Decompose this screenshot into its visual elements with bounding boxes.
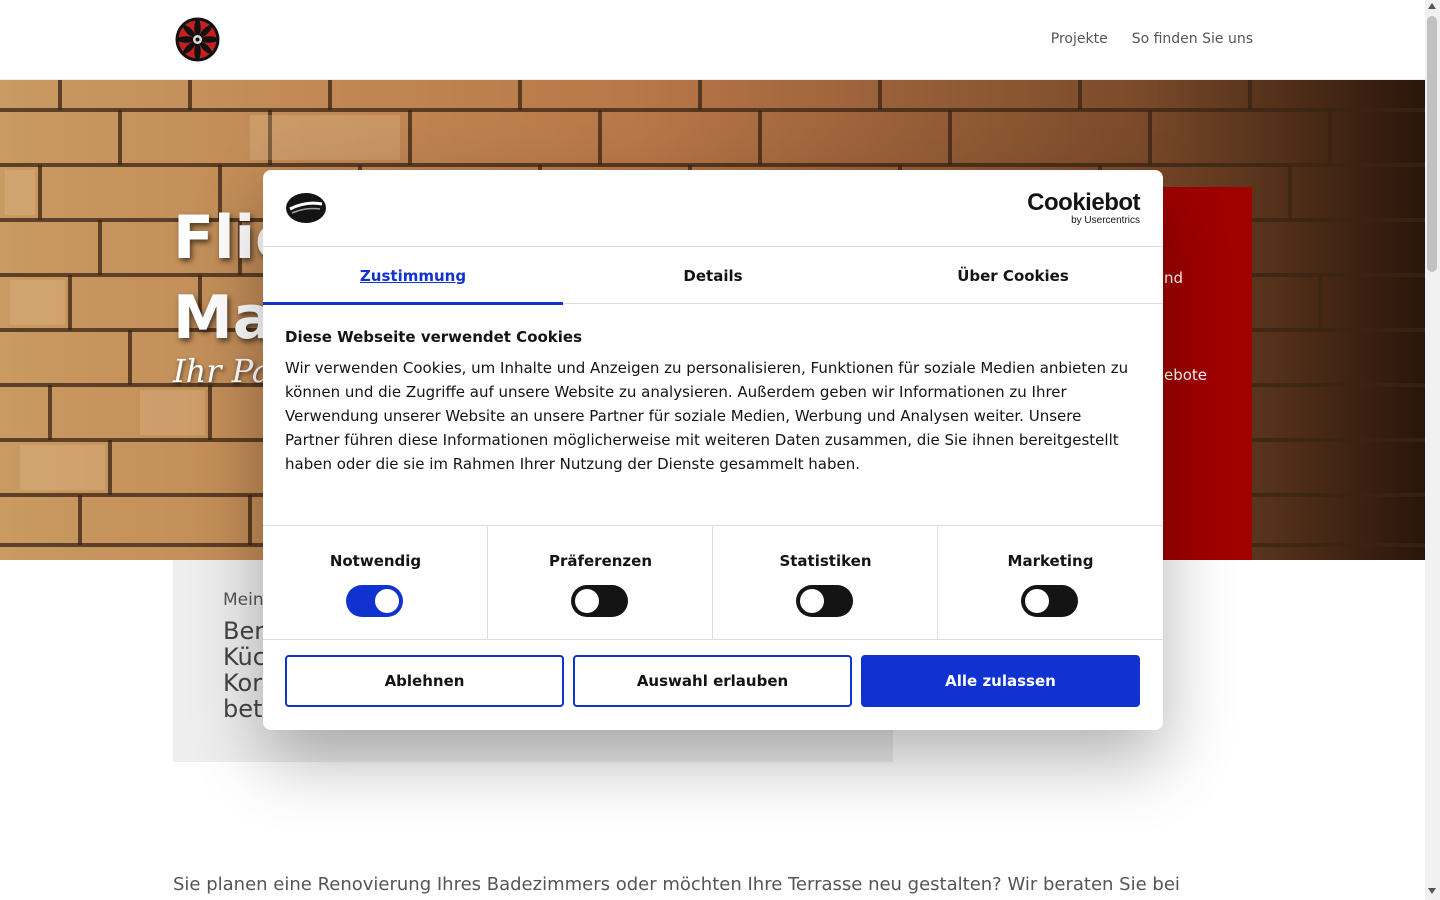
toggle-knob [1025, 589, 1049, 613]
toggle-label-marketing: Marketing [1007, 552, 1094, 570]
dialog-body: Diese Webseite verwendet Cookies Wir ver… [285, 328, 1135, 476]
tab-ueber-cookies[interactable]: Über Cookies [863, 247, 1163, 304]
scroll-down-arrow-icon[interactable] [1428, 888, 1436, 894]
toggle-knob [575, 589, 599, 613]
tab-zustimmung[interactable]: Zustimmung [263, 247, 563, 305]
toggle-notwendig[interactable] [346, 585, 403, 617]
toggle-praeferenzen[interactable] [571, 585, 628, 617]
toggle-label-notwendig: Notwendig [329, 552, 422, 570]
cookiebot-logo-text: Cookiebot [1027, 189, 1140, 216]
dialog-heading: Diese Webseite verwendet Cookies [285, 328, 583, 346]
scroll-thumb[interactable] [1427, 16, 1437, 272]
toggle-column-praeferenzen: Präferenzen [488, 526, 713, 639]
dialog-buttons: Ablehnen Auswahl erlauben Alle zulassen [285, 655, 1141, 707]
toggle-statistiken[interactable] [796, 585, 853, 617]
cookie-consent-dialog: Cookiebot by Usercentrics Zustimmung Det… [263, 170, 1163, 730]
toggle-marketing[interactable] [1021, 585, 1078, 617]
dialog-description: Wir verwenden Cookies, um Inhalte und An… [285, 359, 1129, 473]
toggle-label-statistiken: Statistiken [779, 552, 872, 570]
cookie-overlay: Cookiebot by Usercentrics Zustimmung Det… [0, 0, 1425, 900]
toggle-knob [800, 589, 824, 613]
cookie-icon [286, 193, 326, 223]
toggle-knob [375, 589, 399, 613]
allow-all-button[interactable]: Alle zulassen [861, 655, 1140, 707]
page-scrollbar[interactable] [1425, 0, 1440, 900]
toggle-label-praeferenzen: Präferenzen [548, 552, 653, 570]
toggle-column-statistiken: Statistiken [713, 526, 938, 639]
toggle-column-notwendig: Notwendig [263, 526, 488, 639]
scroll-up-arrow-icon[interactable] [1428, 3, 1436, 9]
dialog-tabs: Zustimmung Details Über Cookies [263, 247, 1163, 305]
cookiebot-brand[interactable]: Cookiebot by Usercentrics [1027, 189, 1140, 227]
allow-selection-button[interactable]: Auswahl erlauben [573, 655, 852, 707]
consent-toggles: Notwendig Präferenzen Statistiken Market… [263, 525, 1163, 640]
dialog-header: Cookiebot by Usercentrics [263, 170, 1163, 247]
tab-details[interactable]: Details [563, 247, 863, 304]
cookiebot-logo-subtext: by Usercentrics [1071, 215, 1140, 226]
decline-button[interactable]: Ablehnen [285, 655, 564, 707]
toggle-column-marketing: Marketing [938, 526, 1163, 639]
